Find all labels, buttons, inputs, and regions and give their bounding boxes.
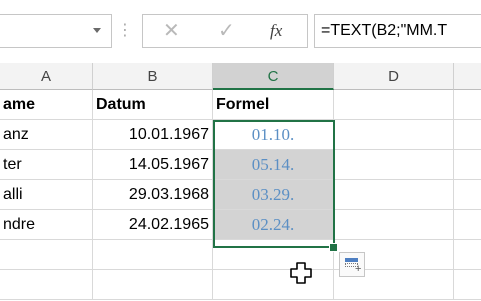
worksheet-grid: A B C D ame Datum Formel anz 10.01.1967 … (0, 63, 481, 301)
cell-a5[interactable]: ndre (0, 210, 93, 240)
cell-b5[interactable]: 24.02.1965 (93, 210, 213, 240)
cell-a4[interactable]: alli (0, 180, 93, 210)
formula-input[interactable]: =TEXT(B2;"MM.T (314, 14, 481, 48)
formula-bar-area: ⋮ ✕ ✓ fx =TEXT(B2;"MM.T (0, 0, 481, 63)
cell-b7[interactable] (93, 270, 213, 300)
plus-icon: + (355, 263, 362, 275)
fill-cross-cursor-icon (290, 262, 312, 284)
cell-e1[interactable] (454, 90, 481, 120)
check-icon[interactable]: ✓ (218, 20, 235, 42)
fill-handle[interactable] (329, 243, 338, 252)
table-row: ame Datum Formel (0, 90, 481, 120)
close-icon[interactable]: ✕ (163, 20, 180, 42)
cell-e5[interactable] (454, 210, 481, 240)
cell-b3[interactable]: 14.05.1967 (93, 150, 213, 180)
formula-buttons: ✕ ✓ fx (142, 14, 308, 48)
cell-b1[interactable]: Datum (93, 90, 213, 120)
fx-icon[interactable]: fx (270, 21, 282, 41)
column-header-b[interactable]: B (93, 63, 213, 90)
cell-e6[interactable] (454, 240, 481, 270)
cell-c2[interactable]: 01.10. (213, 120, 334, 150)
column-header-e[interactable] (454, 63, 481, 90)
cell-d1[interactable] (334, 90, 454, 120)
cell-d4[interactable] (334, 180, 454, 210)
cell-a6[interactable] (0, 240, 93, 270)
cell-c5[interactable]: 02.24. (213, 210, 334, 240)
column-header-a[interactable]: A (0, 63, 93, 90)
cell-b2[interactable]: 10.01.1967 (93, 120, 213, 150)
table-row (0, 270, 481, 300)
table-row (0, 240, 481, 270)
cell-e3[interactable] (454, 150, 481, 180)
table-row: ter 14.05.1967 05.14. (0, 150, 481, 180)
chevron-down-icon[interactable] (93, 28, 101, 33)
table-row: anz 10.01.1967 01.10. (0, 120, 481, 150)
column-header-d[interactable]: D (334, 63, 454, 90)
cell-c4[interactable]: 03.29. (213, 180, 334, 210)
cell-b6[interactable] (93, 240, 213, 270)
cell-e7[interactable] (454, 270, 481, 300)
cell-c3[interactable]: 05.14. (213, 150, 334, 180)
cell-d3[interactable] (334, 150, 454, 180)
cell-a1[interactable]: ame (0, 90, 93, 120)
formula-bar-grip[interactable]: ⋮ (117, 16, 133, 46)
cell-c1[interactable]: Formel (213, 90, 334, 120)
quick-analysis-icon (345, 258, 358, 262)
cell-e2[interactable] (454, 120, 481, 150)
cell-c7[interactable] (213, 270, 334, 300)
cell-c6[interactable] (213, 240, 334, 270)
table-row: alli 29.03.1968 03.29. (0, 180, 481, 210)
name-box[interactable] (0, 14, 112, 48)
cell-e4[interactable] (454, 180, 481, 210)
cell-a2[interactable]: anz (0, 120, 93, 150)
table-row: ndre 24.02.1965 02.24. (0, 210, 481, 240)
quick-analysis-button[interactable]: + (339, 252, 365, 277)
cell-b4[interactable]: 29.03.1968 (93, 180, 213, 210)
column-header-c[interactable]: C (213, 63, 334, 90)
cell-d2[interactable] (334, 120, 454, 150)
cell-d5[interactable] (334, 210, 454, 240)
cell-a3[interactable]: ter (0, 150, 93, 180)
cell-a7[interactable] (0, 270, 93, 300)
